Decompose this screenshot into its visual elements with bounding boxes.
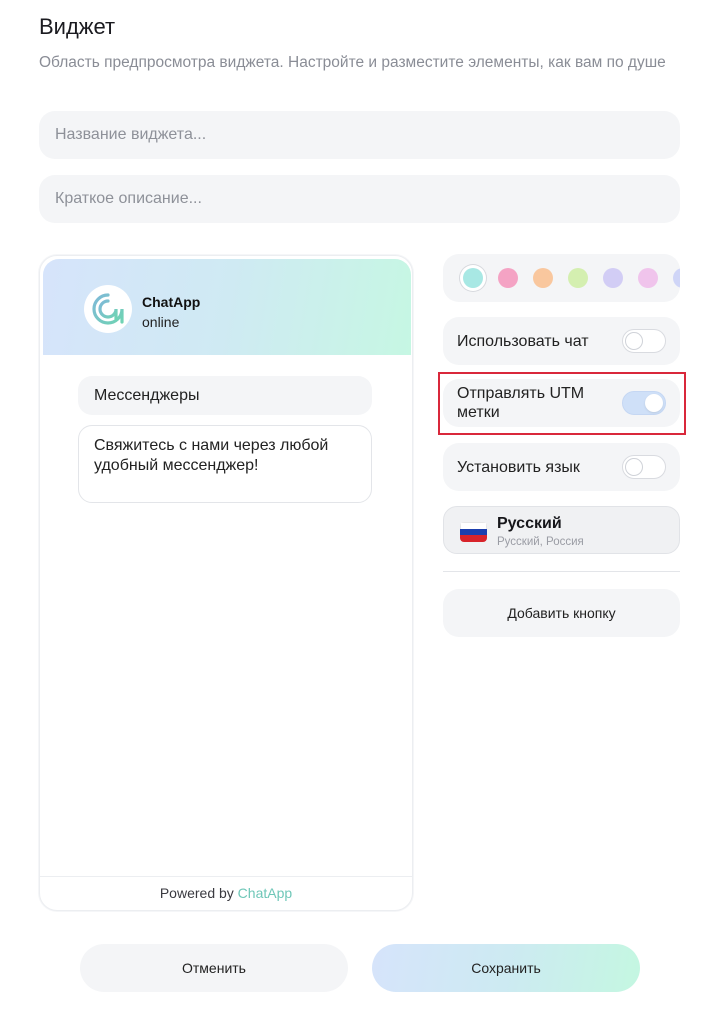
chatapp-logo-icon — [84, 285, 132, 333]
send-utm-label: Отправлять UTM метки — [457, 385, 585, 421]
color-swatch[interactable] — [463, 268, 483, 288]
widget-preview: ChatApp online Мессенджеры Свяжитесь с н… — [39, 255, 413, 911]
toggle-knob — [625, 332, 643, 350]
set-language-label: Установить язык — [457, 459, 580, 476]
color-swatch[interactable] — [568, 268, 588, 288]
widget-name-input[interactable] — [39, 111, 680, 159]
add-button[interactable]: Добавить кнопку — [443, 589, 680, 637]
widget-description-input[interactable] — [39, 175, 680, 223]
preview-section-title: Мессенджеры — [78, 376, 372, 415]
color-swatch[interactable] — [638, 268, 658, 288]
footer-prefix: Powered by — [159, 885, 234, 901]
russia-flag-icon — [460, 522, 487, 542]
use-chat-toggle[interactable] — [622, 329, 666, 353]
toggle-knob — [625, 458, 643, 476]
save-button[interactable]: Сохранить — [372, 944, 640, 992]
color-picker — [443, 254, 680, 302]
preview-brand-name: ChatApp — [142, 294, 201, 310]
preview-footer: Powered by ChatApp — [40, 876, 412, 910]
cancel-button[interactable]: Отменить — [80, 944, 348, 992]
color-swatch[interactable] — [533, 268, 553, 288]
set-language-toggle[interactable] — [622, 455, 666, 479]
footer-brand-link[interactable]: ChatApp — [238, 885, 292, 901]
language-subtitle: Русский, Россия — [497, 536, 584, 548]
page-subtitle: Область предпросмотра виджета. Настройте… — [39, 54, 666, 71]
color-swatch[interactable] — [498, 268, 518, 288]
use-chat-row[interactable]: Использовать чат — [443, 317, 680, 365]
page-title: Виджет — [39, 14, 116, 39]
language-select[interactable]: Русский Русский, Россия — [443, 506, 680, 554]
divider — [443, 571, 680, 572]
color-swatch[interactable] — [603, 268, 623, 288]
preview-brand-status: online — [142, 314, 180, 330]
color-swatch[interactable] — [673, 268, 680, 288]
toggle-knob — [645, 394, 663, 412]
use-chat-label: Использовать чат — [457, 333, 589, 350]
send-utm-row[interactable]: Отправлять UTM метки — [443, 379, 680, 427]
preview-header: ChatApp online — [43, 259, 411, 355]
preview-message: Свяжитесь с нами через любой удобный мес… — [78, 425, 372, 503]
send-utm-toggle[interactable] — [622, 391, 666, 415]
language-name: Русский — [497, 515, 562, 532]
set-language-row[interactable]: Установить язык — [443, 443, 680, 491]
